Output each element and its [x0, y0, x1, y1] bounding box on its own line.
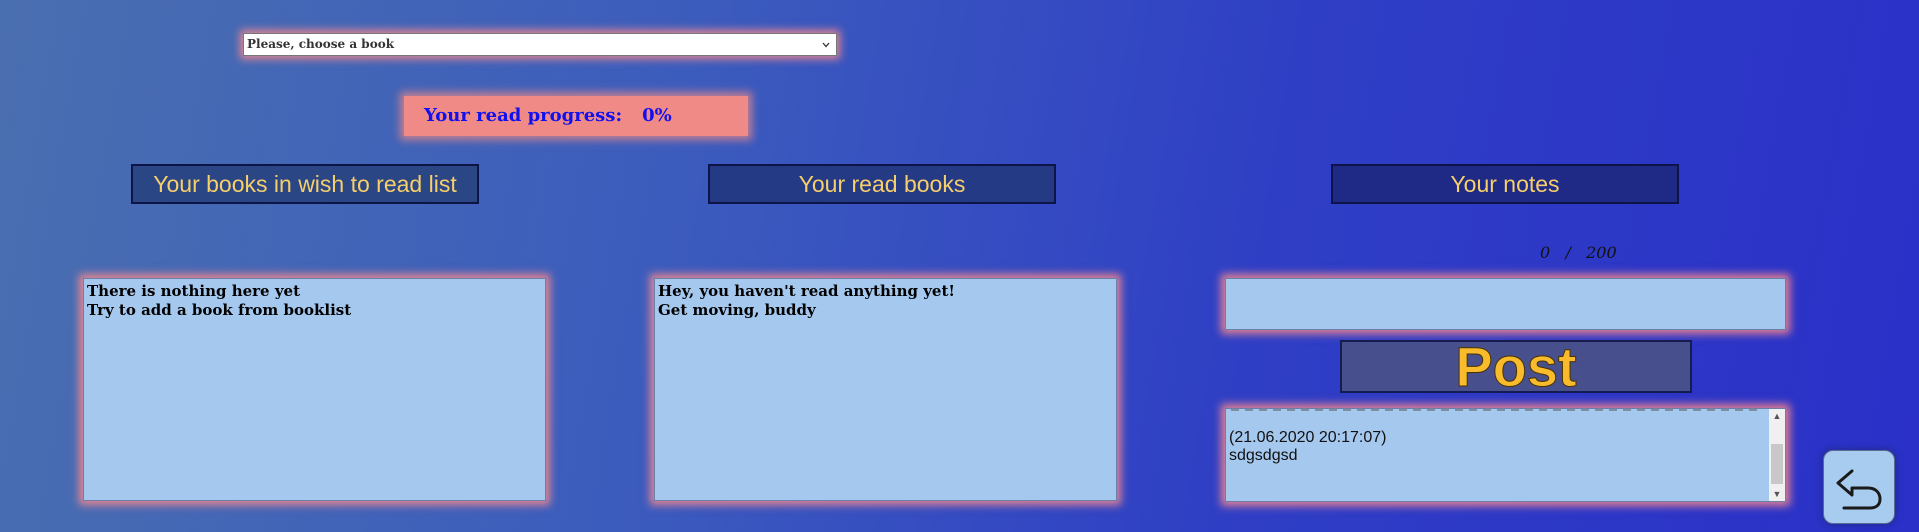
note-char-separator: /: [1565, 243, 1571, 262]
book-select-value: Please, choose a book: [247, 37, 395, 51]
chevron-down-icon: [821, 34, 831, 64]
read-progress-value: 0%: [642, 105, 672, 126]
note-entry: (21.06.2020 20:17:07) sdgsdgsd: [1229, 429, 1769, 465]
undo-arrow-icon: [1836, 469, 1882, 510]
scroll-up-icon[interactable]: ▲: [1769, 409, 1785, 423]
notes-list[interactable]: (21.06.2020 20:17:07) sdgsdgsd ▲ ▼: [1225, 408, 1786, 502]
read-books-hint: Get moving, buddy: [658, 301, 816, 319]
note-text: sdgsdgsd: [1229, 447, 1298, 464]
post-button[interactable]: Post: [1340, 338, 1692, 395]
notes-header: Your notes: [1331, 164, 1679, 204]
wish-list-hint: Try to add a book from booklist: [87, 301, 352, 319]
read-progress: Your read progress: 0%: [404, 96, 748, 136]
read-books-empty-message: Hey, you haven't read anything yet!: [658, 282, 955, 300]
book-select[interactable]: Please, choose a book: [243, 33, 837, 56]
wish-list-panel[interactable]: There is nothing here yet Try to add a b…: [83, 278, 546, 501]
wish-list-header: Your books in wish to read list: [131, 164, 479, 204]
scroll-down-icon[interactable]: ▼: [1769, 487, 1785, 501]
notes-scrollbar[interactable]: ▲ ▼: [1769, 409, 1785, 501]
note-partial-entry: [1229, 409, 1769, 429]
wish-list-empty-message: There is nothing here yet: [87, 282, 301, 300]
note-timestamp: (21.06.2020 20:17:07): [1229, 429, 1387, 446]
note-char-counter: 0 / 200: [1540, 243, 1630, 265]
read-books-panel[interactable]: Hey, you haven't read anything yet! Get …: [654, 278, 1117, 501]
back-button[interactable]: [1823, 450, 1895, 524]
scrollbar-thumb[interactable]: [1771, 444, 1783, 484]
read-books-header: Your read books: [708, 164, 1056, 204]
read-progress-label: Your read progress:: [424, 105, 623, 126]
note-char-count: 0: [1540, 243, 1551, 262]
note-char-max: 200: [1586, 243, 1617, 262]
note-input[interactable]: [1225, 278, 1786, 330]
